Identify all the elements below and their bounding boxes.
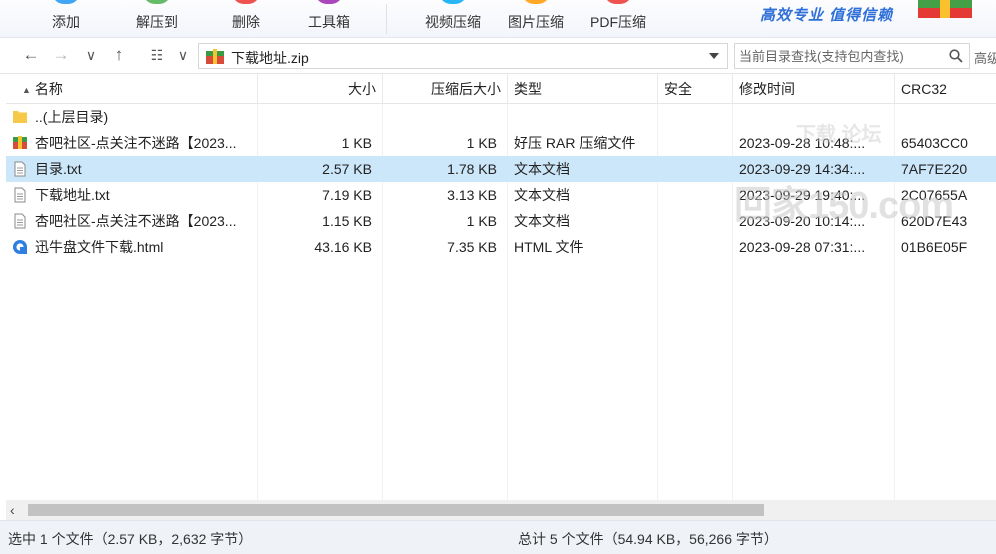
- file-name: ..(上层目录): [35, 109, 109, 125]
- add-button-label: 添加: [52, 14, 80, 30]
- toolbox-button-label: 工具箱: [308, 14, 350, 30]
- file-packed-size: 3.13 KB: [447, 187, 497, 203]
- file-modified: 2023-09-28 07:31:...: [739, 239, 866, 255]
- video-compress-button-label: 视频压缩: [425, 14, 481, 30]
- pdf-compress-button-label: PDF压缩: [590, 14, 646, 30]
- delete-button[interactable]: 删除: [212, 0, 280, 38]
- navigation-bar: ← → ∨ ↑ ☷ ∨ 下载地址.zip 高级: [0, 38, 996, 74]
- text-file-icon: [14, 213, 26, 229]
- view-mode-icon[interactable]: ☷: [146, 44, 168, 66]
- back-arrow-icon[interactable]: ←: [20, 44, 42, 66]
- total-status: 总计 5 个文件（54.94 KB，56,266 字节）: [518, 531, 778, 547]
- toolbox-button[interactable]: 工具箱: [292, 0, 366, 38]
- image-compress-button-label: 图片压缩: [508, 14, 564, 30]
- text-file-icon: [14, 161, 26, 177]
- file-name: 迅牛盘文件下载.html: [35, 239, 164, 255]
- file-packed-size: 1.78 KB: [447, 161, 497, 177]
- status-bar: 选中 1 个文件（2.57 KB，2,632 字节） 总计 5 个文件（54.9…: [0, 520, 996, 554]
- add-button[interactable]: 添加: [30, 0, 102, 38]
- column-header-name-label: 名称: [34, 81, 63, 97]
- text-file-icon: [14, 187, 26, 203]
- file-type: 文本文档: [514, 213, 570, 229]
- column-header-row: ▲ 名称 大小 压缩后大小 类型 安全 修改时间 CRC32: [6, 74, 996, 104]
- horizontal-scrollbar[interactable]: ‹: [6, 500, 996, 520]
- image-compress-button[interactable]: 图片压缩: [498, 0, 574, 38]
- file-crc32: 01B6E05F: [901, 239, 968, 255]
- file-size: 7.19 KB: [322, 187, 372, 203]
- delete-icon: [232, 0, 260, 4]
- search-input[interactable]: [739, 47, 947, 65]
- zip-archive-icon: [206, 49, 224, 64]
- advanced-search-link[interactable]: 高级: [974, 48, 996, 67]
- file-type: 文本文档: [514, 161, 570, 177]
- column-header-name[interactable]: ▲ 名称: [6, 74, 258, 104]
- file-packed-size: 1 KB: [466, 135, 497, 151]
- search-icon[interactable]: [949, 49, 963, 63]
- view-mode-dropdown-icon[interactable]: ∨: [172, 44, 194, 66]
- history-dropdown-icon[interactable]: ∨: [80, 44, 102, 66]
- file-type: HTML 文件: [514, 239, 584, 255]
- column-header-crc32[interactable]: CRC32: [895, 74, 996, 104]
- address-path: 下载地址.zip: [231, 50, 309, 66]
- extract-icon: [143, 0, 171, 4]
- delete-button-label: 删除: [232, 14, 260, 30]
- file-size: 2.57 KB: [322, 161, 372, 177]
- column-header-type[interactable]: 类型: [508, 74, 658, 104]
- file-packed-size: 7.35 KB: [447, 239, 497, 255]
- brand-slogan: 高效专业 值得信赖: [760, 7, 894, 24]
- folder-icon: [13, 111, 27, 123]
- sort-ascending-icon: ▲: [22, 85, 31, 95]
- file-name: 杏吧社区-点关注不迷路【2023...: [35, 213, 237, 229]
- address-bar[interactable]: 下载地址.zip: [198, 43, 728, 69]
- watermark: 回家150.com: [734, 185, 954, 227]
- search-box: [734, 43, 970, 69]
- column-header-size[interactable]: 大小: [258, 74, 383, 104]
- file-row[interactable]: 迅牛盘文件下载.html 43.16 KB 7.35 KB HTML 文件 20…: [6, 234, 996, 260]
- file-packed-size: 1 KB: [466, 213, 497, 229]
- file-name: 下载地址.txt: [35, 187, 110, 203]
- image-icon: [522, 0, 550, 4]
- pdf-compress-button[interactable]: PDF压缩: [584, 0, 652, 38]
- up-arrow-icon[interactable]: ↑: [108, 44, 130, 66]
- video-compress-button[interactable]: 视频压缩: [414, 0, 492, 38]
- scroll-left-arrow-icon[interactable]: ‹: [10, 502, 15, 518]
- column-header-packed-size[interactable]: 压缩后大小: [383, 74, 508, 104]
- file-name: 杏吧社区-点关注不迷路【2023...: [35, 135, 237, 151]
- pdf-icon: [604, 0, 632, 4]
- extract-to-button[interactable]: 解压到: [118, 0, 196, 38]
- column-header-security[interactable]: 安全: [658, 74, 733, 104]
- file-size: 1 KB: [341, 135, 372, 151]
- video-icon: [439, 0, 467, 4]
- add-icon: [52, 0, 80, 4]
- file-name: 目录.txt: [35, 161, 82, 177]
- address-dropdown-icon[interactable]: [709, 53, 719, 59]
- toolbar-divider: [386, 4, 387, 34]
- main-toolbar: 添加 解压到 删除 工具箱 视频压缩 图片压缩 PDF压缩 高效专业 值得信赖: [0, 0, 996, 38]
- scrollbar-thumb[interactable]: [28, 504, 764, 516]
- file-list: ▲ 名称 大小 压缩后大小 类型 安全 修改时间 CRC32 ..(上层目录) 杏…: [6, 74, 996, 500]
- file-type: 好压 RAR 压缩文件: [514, 135, 636, 151]
- file-type: 文本文档: [514, 187, 570, 203]
- file-crc32: 65403CC0: [901, 135, 968, 151]
- html-file-icon: [13, 240, 27, 254]
- file-size: 43.16 KB: [314, 239, 372, 255]
- watermark-sub: 下载 论坛: [796, 124, 882, 146]
- file-size: 1.15 KB: [322, 213, 372, 229]
- extract-to-button-label: 解压到: [136, 14, 178, 30]
- column-header-modified[interactable]: 修改时间: [733, 74, 895, 104]
- brand-logo-icon: [918, 0, 972, 18]
- selection-status: 选中 1 个文件（2.57 KB，2,632 字节）: [8, 531, 253, 547]
- rar-archive-icon: [13, 136, 27, 149]
- forward-arrow-icon[interactable]: →: [50, 44, 72, 66]
- toolbox-icon: [315, 0, 343, 4]
